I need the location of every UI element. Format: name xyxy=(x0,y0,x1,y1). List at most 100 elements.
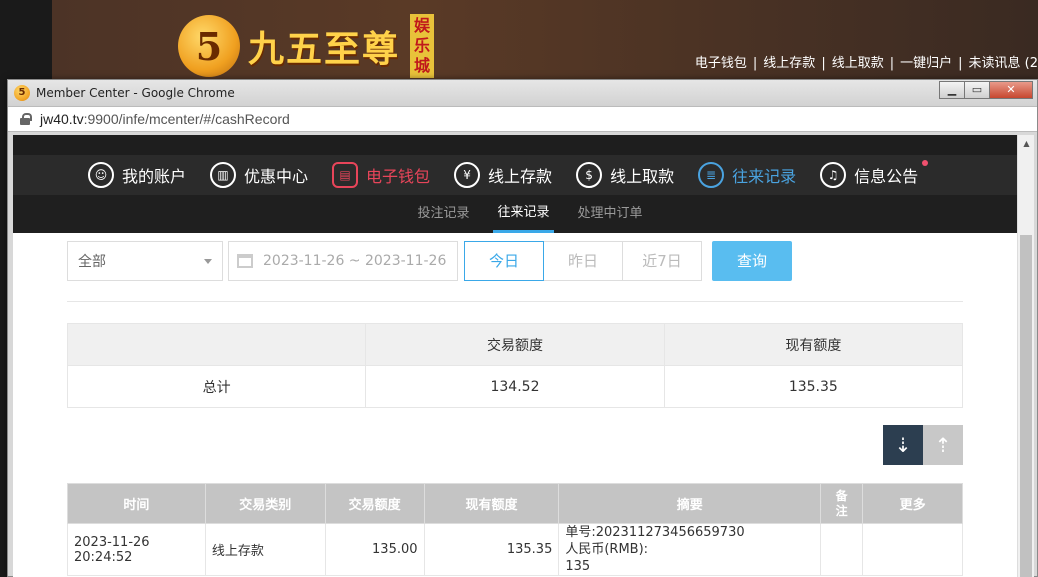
column-header: 备注 xyxy=(820,483,864,524)
browser-window: 5 Member Center - Google Chrome ▁ ▭ ✕ jw… xyxy=(7,79,1038,577)
last-7-days-button[interactable]: 近7日 xyxy=(622,241,702,281)
site-top-links: 电子钱包 | 线上存款 | 线上取款 | 一键归户 | 未读讯息 (2 xyxy=(694,56,1038,71)
maximize-button[interactable]: ▭ xyxy=(964,81,990,99)
quick-date-buttons: 今日 昨日 近7日 xyxy=(464,241,702,281)
summary-total-row: 总计 134.52 135.35 xyxy=(66,365,964,408)
table-row: 2023-11-26 20:24:52 线上存款 135.00 135.35 单… xyxy=(67,523,963,576)
cell-balance: 135.35 xyxy=(423,523,560,576)
column-header: 交易额度 xyxy=(324,483,425,524)
cell-type: 线上存款 xyxy=(204,523,326,576)
tab-pending-orders[interactable]: 处理中订单 xyxy=(574,195,647,233)
gift-icon: ▥ xyxy=(210,162,237,188)
summary-table: 交易额度 现有额度 总计 134.52 135.35 xyxy=(66,323,964,408)
yesterday-button[interactable]: 昨日 xyxy=(543,241,623,281)
summary-header-cell: 现有额度 xyxy=(663,323,964,366)
top-link-withdraw[interactable]: 线上取款 xyxy=(832,56,884,71)
search-button[interactable]: 查询 xyxy=(712,241,792,281)
logo-emblem-icon: 5 xyxy=(178,15,240,77)
window-controls: ▁ ▭ ✕ xyxy=(939,81,1033,99)
sort-asc-icon[interactable]: ⇡ xyxy=(923,425,963,465)
date-range-value: 2023-11-26 ~ 2023-11-26 xyxy=(263,253,447,269)
site-logo: 5 九五至尊 娱乐城 xyxy=(178,14,435,78)
window-titlebar[interactable]: 5 Member Center - Google Chrome ▁ ▭ ✕ xyxy=(8,80,1037,106)
date-range-input[interactable]: 2023-11-26 ~ 2023-11-26 xyxy=(228,241,458,281)
records-table: 时间 交易类别 交易额度 现有额度 摘要 备注 更多 2023-11-26 20… xyxy=(67,483,963,576)
top-link-deposit[interactable]: 线上存款 xyxy=(763,56,815,71)
cell-more[interactable] xyxy=(862,523,963,576)
nav-item-deposit[interactable]: ¥ 线上存款 xyxy=(454,162,552,188)
nav-label: 信息公告 xyxy=(854,167,919,186)
column-header: 交易类别 xyxy=(204,483,326,524)
page-viewport: ☺ 我的账户 ▥ 优惠中心 ▤ 电子钱包 ¥ 线上存款 $ 线上取款 ≣ 往来记… xyxy=(13,135,1017,577)
summary-header-row: 交易额度 现有额度 xyxy=(66,323,964,366)
sort-desc-icon[interactable]: ⇣ xyxy=(883,425,923,465)
nav-label: 我的账户 xyxy=(122,167,187,186)
type-select-value: 全部 xyxy=(78,254,106,270)
lock-icon xyxy=(20,113,32,125)
summary-header-cell xyxy=(66,323,367,366)
address-bar[interactable]: jw40.tv:9900/infe/mcenter/#/cashRecord xyxy=(8,106,1037,132)
bell-icon: ♫ xyxy=(820,162,847,188)
nav-item-announcements[interactable]: ♫ 信息公告 xyxy=(820,160,929,188)
summary-cell: 135.35 xyxy=(663,365,964,408)
filter-row: 全部 2023-11-26 ~ 2023-11-26 今日 昨日 近7日 查询 xyxy=(67,241,792,281)
withdraw-icon: $ xyxy=(576,162,603,188)
page-top-strip xyxy=(13,135,1017,155)
url-host: jw40.tv xyxy=(40,111,84,127)
nav-item-wallet[interactable]: ▤ 电子钱包 xyxy=(332,162,430,188)
top-link-wallet[interactable]: 电子钱包 xyxy=(695,56,747,71)
column-header: 摘要 xyxy=(558,483,822,524)
cell-amount: 135.00 xyxy=(324,523,425,576)
scroll-thumb[interactable] xyxy=(1020,235,1032,577)
cell-note xyxy=(820,523,864,576)
sub-nav: 投注记录 往来记录 处理中订单 xyxy=(13,195,1017,233)
url-text[interactable]: jw40.tv:9900/infe/mcenter/#/cashRecord xyxy=(40,111,290,127)
column-header: 时间 xyxy=(67,483,206,524)
url-path: :9900/infe/mcenter/#/cashRecord xyxy=(83,111,290,127)
records-header-row: 时间 交易类别 交易额度 现有额度 摘要 备注 更多 xyxy=(67,483,963,524)
main-nav: ☺ 我的账户 ▥ 优惠中心 ▤ 电子钱包 ¥ 线上存款 $ 线上取款 ≣ 往来记… xyxy=(13,155,1017,195)
window-title: Member Center - Google Chrome xyxy=(36,86,235,100)
summary-value: 135 xyxy=(565,559,591,574)
user-icon: ☺ xyxy=(88,162,114,188)
column-header: 更多 xyxy=(862,483,963,524)
nav-label: 往来记录 xyxy=(732,167,797,186)
summary-cell: 总计 xyxy=(66,365,367,408)
type-select[interactable]: 全部 xyxy=(67,241,223,281)
nav-label: 电子钱包 xyxy=(366,167,431,186)
summary-header-cell: 交易额度 xyxy=(365,323,665,366)
summary-cell: 134.52 xyxy=(365,365,665,408)
caret-down-icon xyxy=(204,258,212,264)
nav-item-account[interactable]: ☺ 我的账户 xyxy=(88,162,186,188)
divider xyxy=(67,301,963,302)
top-link-messages[interactable]: 未读讯息 (2 xyxy=(969,56,1038,71)
sort-buttons: ⇣ ⇡ xyxy=(883,425,963,465)
nav-item-promotions[interactable]: ▥ 优惠中心 xyxy=(210,162,308,188)
logo-badge: 娱乐城 xyxy=(410,14,435,78)
unread-dot xyxy=(922,160,929,166)
summary-order-no: 单号:202311273456659730 xyxy=(565,525,745,540)
cell-time: 2023-11-26 20:24:52 xyxy=(67,523,206,576)
top-link-merge[interactable]: 一键归户 xyxy=(900,56,952,71)
nav-label: 优惠中心 xyxy=(244,167,309,186)
calendar-icon xyxy=(237,254,253,268)
minimize-button[interactable]: ▁ xyxy=(939,81,965,99)
nav-label: 线上取款 xyxy=(610,167,675,186)
nav-label: 线上存款 xyxy=(488,167,553,186)
today-button[interactable]: 今日 xyxy=(464,241,544,281)
wallet-icon: ▤ xyxy=(332,162,359,188)
cell-summary: 单号:202311273456659730 人民币(RMB): 135 xyxy=(558,523,822,576)
logo-text: 九五至尊 xyxy=(248,28,401,70)
column-header: 现有额度 xyxy=(423,483,560,524)
app-icon: 5 xyxy=(14,85,30,101)
nav-item-records[interactable]: ≣ 往来记录 xyxy=(698,162,796,188)
tab-bet-records[interactable]: 投注记录 xyxy=(413,195,473,233)
tab-transaction-records[interactable]: 往来记录 xyxy=(493,195,554,233)
vertical-scrollbar[interactable]: ▲ xyxy=(1017,135,1034,577)
scroll-up-icon[interactable]: ▲ xyxy=(1018,135,1035,152)
nav-item-withdraw[interactable]: $ 线上取款 xyxy=(576,162,674,188)
record-icon: ≣ xyxy=(698,162,725,188)
summary-currency: 人民币(RMB): xyxy=(565,542,649,557)
close-button[interactable]: ✕ xyxy=(989,81,1033,99)
deposit-icon: ¥ xyxy=(454,162,481,188)
